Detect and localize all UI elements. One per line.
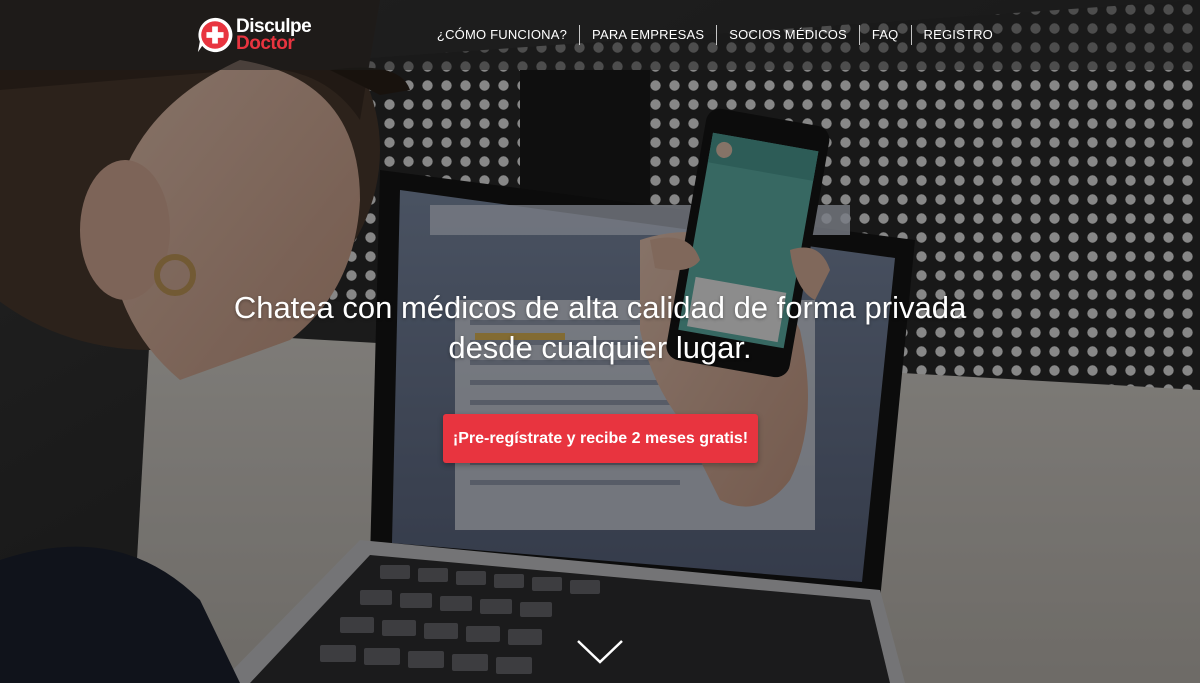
nav-item-como-funciona[interactable]: ¿CÓMO FUNCIONA?: [425, 25, 579, 45]
brand-name: Disculpe Doctor: [236, 17, 312, 54]
brand-name-line2: Doctor: [236, 33, 295, 54]
nav-item-registro[interactable]: REGISTRO: [910, 25, 1006, 45]
main-nav: ¿CÓMO FUNCIONA? PARA EMPRESAS SOCIOS MÉD…: [425, 25, 1005, 45]
nav-item-faq[interactable]: FAQ: [858, 25, 911, 45]
nav-item-para-empresas[interactable]: PARA EMPRESAS: [579, 25, 716, 45]
hero-headline-line1: Chatea con médicos de alta calidad de fo…: [233, 290, 967, 325]
medical-cross-chat-bubble-icon: [197, 17, 233, 53]
chevron-down-icon[interactable]: [576, 638, 624, 666]
landing-page: Disculpe Doctor ¿CÓMO FUNCIONA? PARA EMP…: [0, 0, 1200, 683]
hero-headline-line2: desde cualquier lugar.: [448, 330, 752, 365]
brand-logo-link[interactable]: Disculpe Doctor: [196, 15, 312, 55]
top-navigation-bar: Disculpe Doctor ¿CÓMO FUNCIONA? PARA EMP…: [0, 0, 1200, 70]
hero-headline: Chatea con médicos de alta calidad de fo…: [150, 288, 1050, 368]
nav-item-socios-medicos[interactable]: SOCIOS MÉDICOS: [716, 25, 859, 45]
preregister-cta-button[interactable]: ¡Pre-regístrate y recibe 2 meses gratis!: [443, 414, 758, 463]
